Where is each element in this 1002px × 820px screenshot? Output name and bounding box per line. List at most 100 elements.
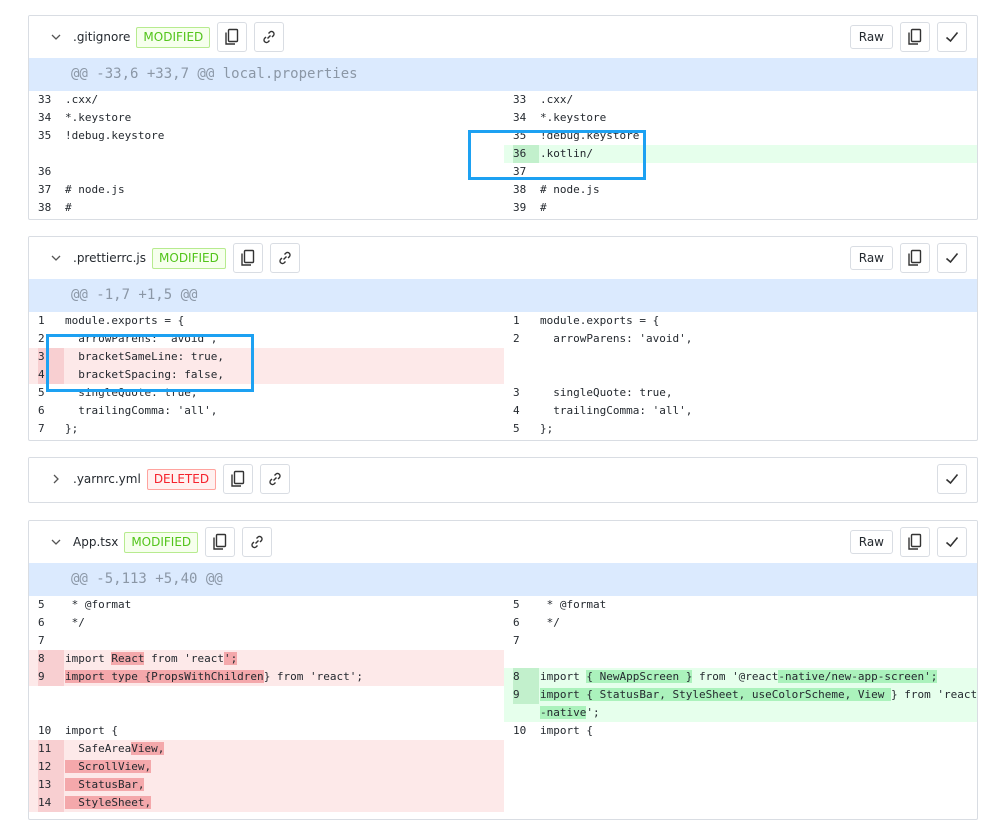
copy-filename-button[interactable] bbox=[205, 527, 236, 557]
diff-line: 6 trailingComma: 'all', bbox=[29, 402, 504, 420]
file-diff-gitignore: .gitignore MODIFIED Raw @@ -33,6 +33,7 @@ l… bbox=[28, 15, 978, 220]
diff-line: 11 SafeAreaView, bbox=[29, 740, 504, 758]
diff-line: 37 bbox=[504, 163, 977, 181]
code-segment: StyleSheet, bbox=[65, 796, 152, 809]
diff-line: 38 # bbox=[29, 199, 504, 217]
diff-left-side: 1 module.exports = {2 arrowParens: 'avoid… bbox=[29, 312, 504, 438]
file-actions: Raw bbox=[849, 243, 967, 273]
link-icon bbox=[261, 29, 277, 45]
file-actions: Raw bbox=[849, 527, 967, 557]
copy-filename-button[interactable] bbox=[217, 22, 248, 52]
file-name: .gitignore bbox=[73, 30, 131, 44]
chevron-down-icon[interactable] bbox=[47, 28, 65, 46]
diff-line: 37 # node.js bbox=[29, 181, 504, 199]
chevron-right-icon[interactable] bbox=[47, 470, 65, 488]
line-number: 5 bbox=[38, 598, 45, 611]
code-segment: -native bbox=[540, 706, 587, 719]
code-segment: ScrollView, bbox=[65, 760, 152, 773]
line-code: module.exports = { bbox=[540, 314, 660, 327]
line-number: 7 bbox=[38, 422, 45, 435]
copy-filename-button[interactable] bbox=[223, 464, 254, 494]
line-code: # node.js bbox=[65, 183, 125, 196]
line-number: 37 bbox=[38, 183, 52, 196]
diff-line: 4 trailingComma: 'all', bbox=[504, 402, 977, 420]
diff-line: 5 * @format bbox=[29, 596, 504, 614]
copy-file-button[interactable] bbox=[900, 527, 930, 557]
copy-link-button[interactable] bbox=[260, 464, 291, 494]
line-number: 34 bbox=[513, 111, 527, 124]
mark-viewed-button[interactable] bbox=[937, 464, 967, 494]
code-segment: } from 'react'; bbox=[263, 670, 364, 683]
line-code: SafeAreaView, bbox=[65, 740, 504, 758]
diff-right-side: 5 * @format 6 */7 8 import { NewAppScreen }… bbox=[504, 596, 977, 740]
diff-line: 35 !debug.keystore bbox=[504, 127, 977, 145]
copy-link-button[interactable] bbox=[242, 527, 273, 557]
raw-button[interactable]: Raw bbox=[849, 246, 893, 270]
line-code: -native'; bbox=[540, 704, 977, 722]
copy-file-button[interactable] bbox=[900, 243, 930, 273]
line-code: import { StatusBar, StyleSheet, useColor… bbox=[540, 686, 977, 704]
diff-line bbox=[29, 145, 504, 163]
diff-line: 3 bracketSameLine: true, bbox=[29, 348, 504, 366]
file-diff-prettierrc: .prettierrc.js MODIFIED Raw @@ -1,7 +1,5 @@… bbox=[28, 236, 978, 441]
copy-link-button[interactable] bbox=[254, 22, 285, 52]
diff-line: 36 .kotlin/ bbox=[504, 145, 977, 163]
line-number: 3 bbox=[513, 386, 520, 399]
mark-viewed-button[interactable] bbox=[937, 527, 967, 557]
code-segment: { NewAppScreen } bbox=[586, 670, 693, 683]
status-badge: MODIFIED bbox=[136, 26, 211, 48]
diff-line: 34 *.keystore bbox=[29, 109, 504, 127]
diff-line: 2 arrowParens: 'avoid', bbox=[504, 330, 977, 348]
mark-viewed-button[interactable] bbox=[937, 243, 967, 273]
status-badge: MODIFIED bbox=[124, 531, 199, 553]
line-number: 6 bbox=[513, 616, 520, 629]
copy-file-button[interactable] bbox=[900, 22, 930, 52]
line-code: import { bbox=[65, 724, 118, 737]
diff-line: 36 bbox=[29, 163, 504, 181]
diff-line: 33 .cxx/ bbox=[504, 91, 977, 109]
line-code: # bbox=[65, 201, 72, 214]
line-code: .kotlin/ bbox=[540, 147, 593, 160]
diff-left-side: 5 * @format 6 */7 8 import React from 'reac… bbox=[29, 596, 504, 812]
diff-line: 33 .cxx/ bbox=[29, 91, 504, 109]
file-header: App.tsx MODIFIED Raw bbox=[29, 521, 977, 563]
chevron-down-icon[interactable] bbox=[47, 533, 65, 551]
line-number: 4 bbox=[38, 366, 64, 384]
line-number: 5 bbox=[38, 386, 45, 399]
line-code: import { NewAppScreen } from '@react-nat… bbox=[540, 668, 977, 686]
mark-viewed-button[interactable] bbox=[937, 22, 967, 52]
diff-line: 7}; bbox=[29, 420, 504, 438]
copy-link-button[interactable] bbox=[269, 243, 300, 273]
line-code: .cxx/ bbox=[540, 93, 574, 106]
status-badge: DELETED bbox=[146, 468, 217, 490]
raw-button[interactable]: Raw bbox=[849, 530, 893, 554]
line-code: import React from 'react'; bbox=[65, 650, 504, 668]
code-segment: from '@react bbox=[692, 670, 779, 683]
line-code: # bbox=[540, 201, 547, 214]
file-name: .prettierrc.js bbox=[73, 251, 147, 265]
diff-line: 8 import { NewAppScreen } from '@react-na… bbox=[504, 668, 977, 686]
diff-line: 3 singleQuote: true, bbox=[504, 384, 977, 402]
line-number: 35 bbox=[513, 129, 527, 142]
copy-icon bbox=[907, 249, 923, 267]
line-number: 9 bbox=[38, 668, 64, 686]
copy-filename-button[interactable] bbox=[232, 243, 263, 273]
chevron-down-icon[interactable] bbox=[47, 249, 65, 267]
line-number: 2 bbox=[38, 332, 45, 345]
raw-button[interactable]: Raw bbox=[849, 25, 893, 49]
check-icon bbox=[944, 471, 960, 487]
diff-line: 5}; bbox=[504, 420, 977, 438]
code-segment: import bbox=[540, 670, 587, 683]
copy-icon bbox=[240, 249, 256, 267]
copy-icon bbox=[212, 533, 228, 551]
line-code: singleQuote: true, bbox=[540, 386, 673, 399]
code-segment: SafeArea bbox=[65, 742, 132, 755]
diff-line bbox=[504, 366, 977, 384]
line-number: 3 bbox=[38, 348, 64, 366]
line-code: import { bbox=[540, 724, 593, 737]
line-code: module.exports = { bbox=[65, 314, 185, 327]
file-name: .yarnrc.yml bbox=[73, 472, 141, 486]
line-number: 14 bbox=[38, 794, 64, 812]
line-code: import type {PropsWithChildren} from 're… bbox=[65, 668, 504, 686]
code-segment: React bbox=[111, 652, 145, 665]
